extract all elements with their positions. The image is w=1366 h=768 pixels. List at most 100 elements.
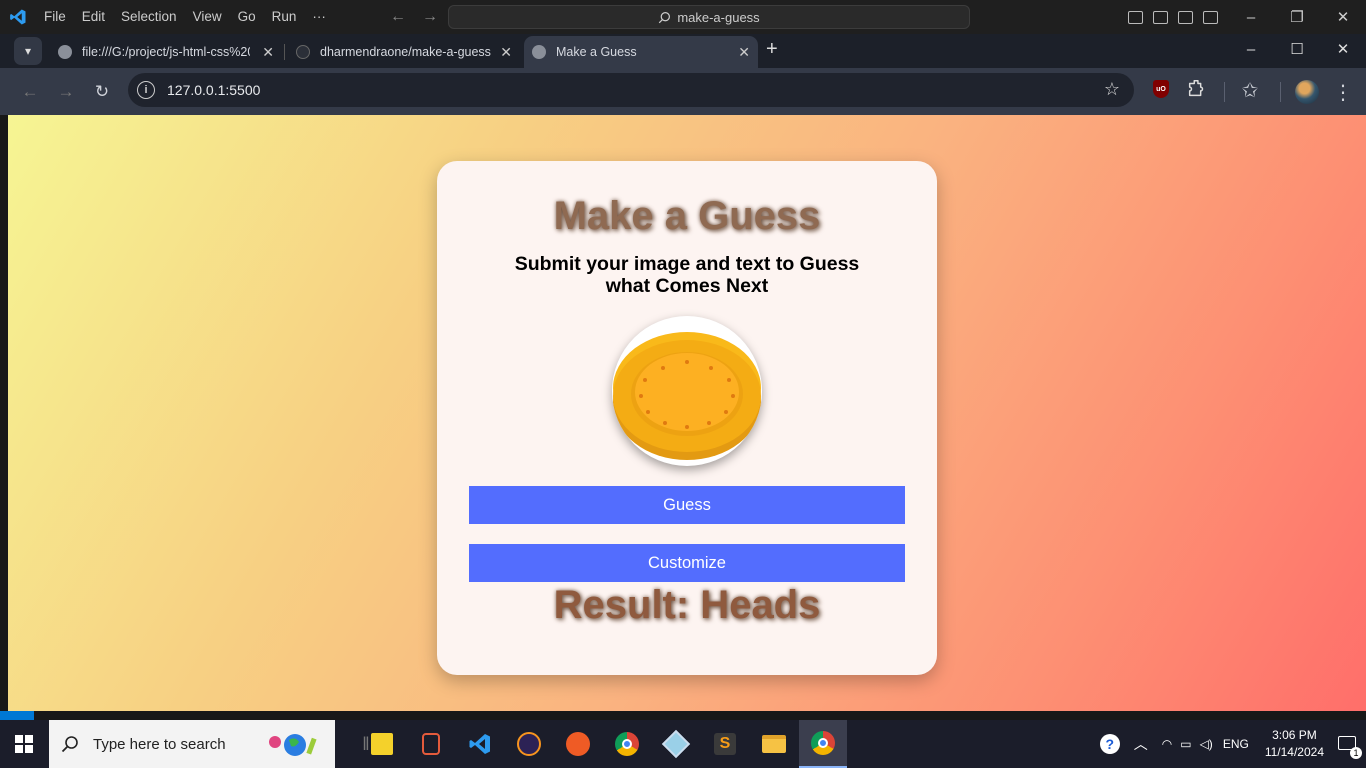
windows-taskbar: Type here to search ‖ S ? ︿ ◠ ▭ ◁) ENG 3… [0,720,1366,768]
guess-button[interactable]: Guess [469,486,905,524]
customize-layout-icon[interactable] [1203,10,1218,24]
menu-view[interactable]: View [185,0,230,34]
vscode-window-controls: – ❐ ✕ [1228,0,1366,34]
battery-icon[interactable]: ▭ [1180,737,1191,751]
vscode-title-bar: File Edit Selection View Go Run ··· ← → … [0,0,1366,34]
new-tab-plus-icon[interactable]: + [766,38,778,61]
search-icon [61,736,78,753]
back-arrow-icon[interactable]: ← [18,80,42,104]
clock-time: 3:06 PM [1272,728,1317,742]
search-icon [659,11,671,23]
browser-window: ▾ file:///G:/project/js-html-css%20 ✕ dh… [0,34,1366,115]
tab-github[interactable]: dharmendraone/make-a-guess ✕ [288,36,520,68]
menu-edit[interactable]: Edit [74,0,113,34]
search-placeholder: Type here to search [93,735,226,753]
close-icon[interactable]: ✕ [1320,34,1366,64]
url-text: 127.0.0.1:5500 [167,82,261,98]
vscode-menu-bar: File Edit Selection View Go Run ··· [36,0,334,34]
taskbar-search-box[interactable]: Type here to search [49,720,335,768]
forward-arrow-icon[interactable]: → [54,80,78,104]
page-title: Make a Guess [553,194,821,238]
page-viewport: Make a Guess Submit your image and text … [8,115,1366,720]
ublock-origin-icon[interactable]: uO [1153,80,1169,98]
tab-close-icon[interactable]: ✕ [262,44,274,61]
reading-list-star-icon[interactable]: ✩ [1238,78,1262,102]
vscode-history-nav: ← → [390,0,438,34]
globe-icon [532,45,546,59]
result-text: Result: Heads [553,583,821,627]
minimize-icon[interactable]: – [1228,34,1274,64]
vscode-logo-icon[interactable] [0,0,36,34]
menu-selection[interactable]: Selection [113,0,185,34]
layout-controls [1128,0,1218,34]
forward-arrow-icon[interactable]: → [422,8,438,26]
browser-window-controls: – ☐ ✕ [1228,34,1366,64]
toggle-secondary-sidebar-icon[interactable] [1178,10,1193,24]
minimize-icon[interactable]: – [1228,0,1274,34]
eclipse-icon[interactable] [505,720,553,768]
extensions-puzzle-icon[interactable] [1186,78,1208,105]
tab-close-icon[interactable]: ✕ [500,44,512,61]
sticky-notes-icon[interactable] [358,720,406,768]
help-icon[interactable]: ? [1099,734,1120,754]
kebab-menu-icon[interactable]: ⋮ [1331,80,1355,104]
tab-title: file:///G:/project/js-html-css%20 [82,45,250,59]
menu-run[interactable]: Run [264,0,305,34]
toggle-primary-sidebar-icon[interactable] [1128,10,1143,24]
guess-card: Make a Guess Submit your image and text … [437,161,937,675]
restore-icon[interactable]: ❐ [1274,0,1320,34]
coin-icon [613,332,761,460]
bookmark-star-icon[interactable]: ☆ [1104,79,1120,100]
clock-date: 11/14/2024 [1264,745,1324,759]
chevron-up-icon[interactable]: ︿ [1134,734,1148,754]
network-icon[interactable]: ◠ [1162,737,1172,751]
page-subtitle: Submit your image and text to Guess what… [514,253,860,297]
sublime-text-icon[interactable]: S [701,720,749,768]
back-arrow-icon[interactable]: ← [390,8,406,26]
reload-icon[interactable]: ↻ [90,80,114,104]
search-highlight-icon [265,732,321,763]
tab-title: Make a Guess [556,45,637,59]
customize-button[interactable]: Customize [469,544,905,582]
chrome-active-icon[interactable] [799,720,847,768]
postman-icon[interactable] [554,720,602,768]
clock[interactable]: 3:06 PM 11/14/2024 [1265,727,1324,761]
system-tray: ? ︿ ◠ ▭ ◁) ENG 3:06 PM 11/14/2024 1 [1099,720,1366,768]
menu-go[interactable]: Go [230,0,264,34]
language-indicator[interactable]: ENG [1223,737,1249,751]
toolbar-divider [1224,82,1225,102]
toggle-panel-icon[interactable] [1153,10,1168,24]
windows-start-icon[interactable] [0,720,48,768]
volume-icon[interactable]: ◁) [1200,737,1213,751]
address-bar[interactable]: i 127.0.0.1:5500 ☆ [128,73,1134,107]
remote-indicator[interactable] [0,711,34,720]
notification-count: 1 [1350,746,1362,759]
browser-toolbar: ← → ↻ i 127.0.0.1:5500 ☆ uO ✩ ⋮ [0,68,1366,115]
tab-search-chevron-down-icon[interactable]: ▾ [14,37,42,65]
maximize-icon[interactable]: ☐ [1274,34,1320,64]
command-center-text: make-a-guess [677,9,760,25]
github-icon [296,45,310,59]
tab-title: dharmendraone/make-a-guess [320,45,491,59]
menu-file[interactable]: File [36,0,74,34]
avatar[interactable] [1295,80,1319,104]
tab-divider [284,44,285,60]
close-icon[interactable]: ✕ [1320,0,1366,34]
chrome-icon[interactable] [603,720,651,768]
snipping-tool-icon[interactable] [407,720,455,768]
vscode-status-bar [0,711,1366,720]
tab-make-a-guess[interactable]: Make a Guess ✕ [524,36,758,68]
menu-more[interactable]: ··· [304,0,334,34]
cube-app-icon[interactable] [652,720,700,768]
tab-close-icon[interactable]: ✕ [738,44,750,61]
vscode-activity-edge [0,115,8,720]
vscode-command-center[interactable]: make-a-guess [448,5,970,29]
tab-strip: ▾ file:///G:/project/js-html-css%20 ✕ dh… [0,34,1366,68]
notifications-icon[interactable]: 1 [1338,735,1362,759]
tab-file[interactable]: file:///G:/project/js-html-css%20 ✕ [50,36,282,68]
globe-icon [58,45,72,59]
vscode-taskbar-icon[interactable] [456,720,504,768]
site-info-icon[interactable]: i [137,81,155,99]
file-explorer-icon[interactable] [750,720,798,768]
coin-image[interactable] [612,316,762,466]
